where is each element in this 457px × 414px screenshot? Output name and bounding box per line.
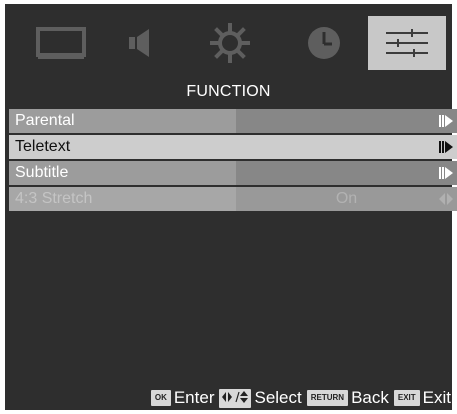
- tab-sound[interactable]: [106, 16, 174, 70]
- sliders-icon: [386, 29, 428, 57]
- menu-title: FUNCTION: [186, 83, 271, 100]
- enter-arrow-icon: [439, 141, 453, 153]
- tab-setup[interactable]: [196, 16, 264, 70]
- function-menu-list: Parental Teletext Subtitle 4:3 Stretch O…: [9, 109, 457, 213]
- ok-key-badge: OK: [150, 390, 171, 406]
- return-key-badge: RETURN: [306, 390, 349, 406]
- menu-item-parental[interactable]: Parental: [9, 109, 457, 133]
- enter-hint-label: Enter: [173, 388, 215, 407]
- menu-item-value: On: [335, 190, 358, 207]
- clock-icon: [308, 27, 340, 59]
- tab-picture[interactable]: [27, 16, 95, 70]
- monitor-icon: [36, 27, 86, 59]
- key-hint-bar: OK Enter Select RETURN Back EXIT Exit: [147, 386, 452, 410]
- gear-icon: [210, 23, 250, 63]
- exit-hint-label: Exit: [422, 388, 451, 407]
- select-hint-label: Select: [254, 388, 302, 407]
- enter-arrow-icon: [439, 167, 453, 179]
- osd-menu-panel: FUNCTION Parental Teletext Subtitle 4:3 …: [5, 4, 457, 410]
- menu-item-stretch: 4:3 Stretch On: [9, 187, 457, 211]
- menu-item-label: Teletext: [15, 138, 71, 155]
- tab-time[interactable]: [290, 16, 358, 70]
- menu-item-teletext[interactable]: Teletext: [9, 135, 457, 159]
- navigate-keys-icon: [219, 388, 252, 408]
- menu-item-label: Subtitle: [15, 164, 69, 181]
- tab-function[interactable]: [368, 16, 446, 70]
- menu-item-label: 4:3 Stretch: [15, 190, 93, 207]
- menu-item-subtitle[interactable]: Subtitle: [9, 161, 457, 185]
- left-right-arrow-icon: [439, 193, 453, 205]
- back-hint-label: Back: [351, 388, 389, 407]
- menu-item-label: Parental: [15, 112, 75, 129]
- speaker-icon: [129, 29, 149, 57]
- enter-arrow-icon: [439, 115, 453, 127]
- exit-key-badge: EXIT: [393, 390, 420, 406]
